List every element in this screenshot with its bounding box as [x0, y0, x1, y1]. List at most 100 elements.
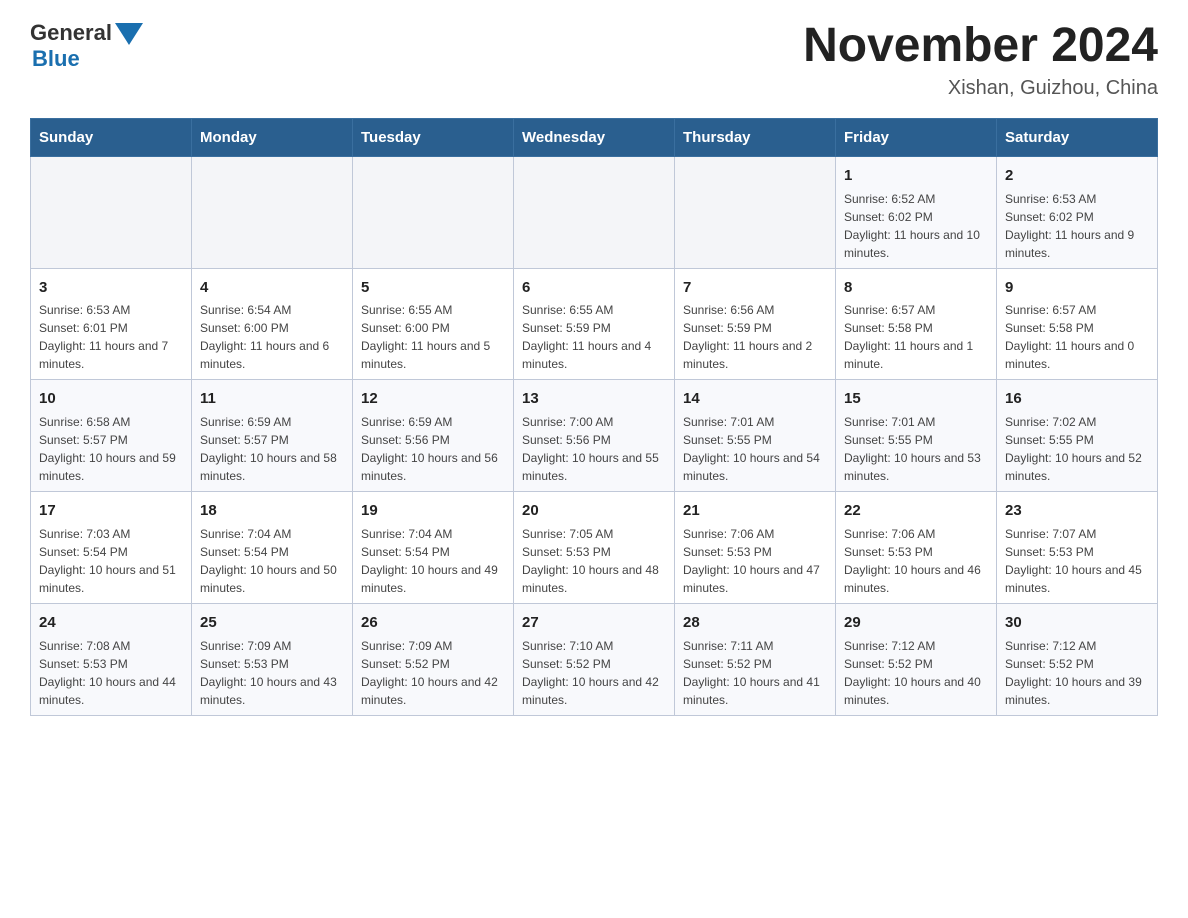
calendar-week-row: 17Sunrise: 7:03 AMSunset: 5:54 PMDayligh…	[31, 492, 1158, 604]
day-info: Sunrise: 7:01 AMSunset: 5:55 PMDaylight:…	[683, 413, 827, 485]
table-row	[353, 156, 514, 268]
table-row: 22 Sunrise: 7:06 AMSunset: 5:53 PMDayligh…	[836, 492, 997, 604]
day-info: Sunrise: 6:59 AMSunset: 5:57 PMDaylight:…	[200, 413, 344, 485]
day-number: 13	[522, 388, 666, 410]
day-number: 4	[200, 277, 344, 299]
day-info: Sunrise: 7:09 AMSunset: 5:53 PMDaylight:…	[200, 637, 344, 709]
logo: General Blue	[30, 20, 143, 72]
table-row: 23 Sunrise: 7:07 AMSunset: 5:53 PMDayligh…	[997, 492, 1158, 604]
table-row: 11 Sunrise: 6:59 AMSunset: 5:57 PMDayligh…	[192, 380, 353, 492]
day-info: Sunrise: 7:12 AMSunset: 5:52 PMDaylight:…	[1005, 637, 1149, 709]
day-number: 24	[39, 612, 183, 634]
table-row: 27 Sunrise: 7:10 AMSunset: 5:52 PMDayligh…	[514, 603, 675, 715]
table-row: 18 Sunrise: 7:04 AMSunset: 5:54 PMDayligh…	[192, 492, 353, 604]
day-info: Sunrise: 6:57 AMSunset: 5:58 PMDaylight:…	[1005, 301, 1149, 373]
title-area: November 2024 Xishan, Guizhou, China	[803, 20, 1158, 100]
table-row: 3Sunrise: 6:53 AMSunset: 6:01 PMDaylight…	[31, 268, 192, 380]
day-number: 17	[39, 500, 183, 522]
table-row: 14 Sunrise: 7:01 AMSunset: 5:55 PMDayligh…	[675, 380, 836, 492]
col-saturday: Saturday	[997, 118, 1158, 156]
table-row: 7Sunrise: 6:56 AMSunset: 5:59 PMDaylight…	[675, 268, 836, 380]
day-number: 10	[39, 388, 183, 410]
day-info: Sunrise: 6:54 AMSunset: 6:00 PMDaylight:…	[200, 301, 344, 373]
table-row	[514, 156, 675, 268]
table-row: 6Sunrise: 6:55 AMSunset: 5:59 PMDaylight…	[514, 268, 675, 380]
day-number: 7	[683, 277, 827, 299]
logo-blue-text: Blue	[32, 46, 80, 71]
calendar-week-row: 3Sunrise: 6:53 AMSunset: 6:01 PMDaylight…	[31, 268, 1158, 380]
table-row: 17Sunrise: 7:03 AMSunset: 5:54 PMDayligh…	[31, 492, 192, 604]
day-number: 27	[522, 612, 666, 634]
day-info: Sunrise: 6:53 AMSunset: 6:02 PMDaylight:…	[1005, 190, 1149, 262]
day-info: Sunrise: 7:11 AMSunset: 5:52 PMDaylight:…	[683, 637, 827, 709]
calendar-header-row: Sunday Monday Tuesday Wednesday Thursday…	[31, 118, 1158, 156]
table-row: 15 Sunrise: 7:01 AMSunset: 5:55 PMDayligh…	[836, 380, 997, 492]
col-tuesday: Tuesday	[353, 118, 514, 156]
table-row: 25 Sunrise: 7:09 AMSunset: 5:53 PMDayligh…	[192, 603, 353, 715]
col-wednesday: Wednesday	[514, 118, 675, 156]
day-info: Sunrise: 7:09 AMSunset: 5:52 PMDaylight:…	[361, 637, 505, 709]
day-info: Sunrise: 7:06 AMSunset: 5:53 PMDaylight:…	[683, 525, 827, 597]
table-row	[31, 156, 192, 268]
day-number: 26	[361, 612, 505, 634]
day-info: Sunrise: 6:57 AMSunset: 5:58 PMDaylight:…	[844, 301, 988, 373]
day-info: Sunrise: 6:52 AMSunset: 6:02 PMDaylight:…	[844, 190, 988, 262]
day-number: 21	[683, 500, 827, 522]
day-number: 25	[200, 612, 344, 634]
table-row: 21 Sunrise: 7:06 AMSunset: 5:53 PMDayligh…	[675, 492, 836, 604]
table-row: 24 Sunrise: 7:08 AMSunset: 5:53 PMDayligh…	[31, 603, 192, 715]
col-monday: Monday	[192, 118, 353, 156]
table-row: 13 Sunrise: 7:00 AMSunset: 5:56 PMDayligh…	[514, 380, 675, 492]
day-info: Sunrise: 7:10 AMSunset: 5:52 PMDaylight:…	[522, 637, 666, 709]
day-info: Sunrise: 7:04 AMSunset: 5:54 PMDaylight:…	[200, 525, 344, 597]
logo-triangle-icon	[115, 23, 143, 45]
calendar-subtitle: Xishan, Guizhou, China	[803, 77, 1158, 100]
calendar-week-row: 1 Sunrise: 6:52 AMSunset: 6:02 PMDaylight…	[31, 156, 1158, 268]
day-info: Sunrise: 7:01 AMSunset: 5:55 PMDaylight:…	[844, 413, 988, 485]
day-number: 1	[844, 165, 988, 187]
day-number: 2	[1005, 165, 1149, 187]
day-number: 22	[844, 500, 988, 522]
day-info: Sunrise: 7:02 AMSunset: 5:55 PMDaylight:…	[1005, 413, 1149, 485]
day-info: Sunrise: 7:08 AMSunset: 5:53 PMDaylight:…	[39, 637, 183, 709]
page-header: General Blue November 2024 Xishan, Guizh…	[30, 20, 1158, 100]
day-number: 29	[844, 612, 988, 634]
day-number: 18	[200, 500, 344, 522]
table-row: 30Sunrise: 7:12 AMSunset: 5:52 PMDayligh…	[997, 603, 1158, 715]
day-number: 6	[522, 277, 666, 299]
day-number: 14	[683, 388, 827, 410]
table-row: 16Sunrise: 7:02 AMSunset: 5:55 PMDayligh…	[997, 380, 1158, 492]
day-info: Sunrise: 7:07 AMSunset: 5:53 PMDaylight:…	[1005, 525, 1149, 597]
day-info: Sunrise: 6:56 AMSunset: 5:59 PMDaylight:…	[683, 301, 827, 373]
table-row: 26 Sunrise: 7:09 AMSunset: 5:52 PMDayligh…	[353, 603, 514, 715]
day-number: 28	[683, 612, 827, 634]
day-info: Sunrise: 7:00 AMSunset: 5:56 PMDaylight:…	[522, 413, 666, 485]
table-row: 1 Sunrise: 6:52 AMSunset: 6:02 PMDaylight…	[836, 156, 997, 268]
table-row: 8Sunrise: 6:57 AMSunset: 5:58 PMDaylight…	[836, 268, 997, 380]
table-row: 5Sunrise: 6:55 AMSunset: 6:00 PMDaylight…	[353, 268, 514, 380]
day-number: 12	[361, 388, 505, 410]
day-number: 11	[200, 388, 344, 410]
logo-general-text: General	[30, 20, 112, 46]
day-number: 9	[1005, 277, 1149, 299]
table-row	[192, 156, 353, 268]
table-row: 19 Sunrise: 7:04 AMSunset: 5:54 PMDayligh…	[353, 492, 514, 604]
day-number: 15	[844, 388, 988, 410]
day-number: 8	[844, 277, 988, 299]
day-info: Sunrise: 6:59 AMSunset: 5:56 PMDaylight:…	[361, 413, 505, 485]
day-number: 5	[361, 277, 505, 299]
day-info: Sunrise: 7:04 AMSunset: 5:54 PMDaylight:…	[361, 525, 505, 597]
table-row	[675, 156, 836, 268]
day-info: Sunrise: 7:06 AMSunset: 5:53 PMDaylight:…	[844, 525, 988, 597]
day-info: Sunrise: 6:58 AMSunset: 5:57 PMDaylight:…	[39, 413, 183, 485]
day-number: 3	[39, 277, 183, 299]
day-number: 19	[361, 500, 505, 522]
day-info: Sunrise: 6:55 AMSunset: 5:59 PMDaylight:…	[522, 301, 666, 373]
day-info: Sunrise: 6:55 AMSunset: 6:00 PMDaylight:…	[361, 301, 505, 373]
col-sunday: Sunday	[31, 118, 192, 156]
calendar-week-row: 10 Sunrise: 6:58 AMSunset: 5:57 PMDayligh…	[31, 380, 1158, 492]
table-row: 2 Sunrise: 6:53 AMSunset: 6:02 PMDaylight…	[997, 156, 1158, 268]
day-number: 23	[1005, 500, 1149, 522]
calendar-table: Sunday Monday Tuesday Wednesday Thursday…	[30, 118, 1158, 716]
day-info: Sunrise: 7:05 AMSunset: 5:53 PMDaylight:…	[522, 525, 666, 597]
